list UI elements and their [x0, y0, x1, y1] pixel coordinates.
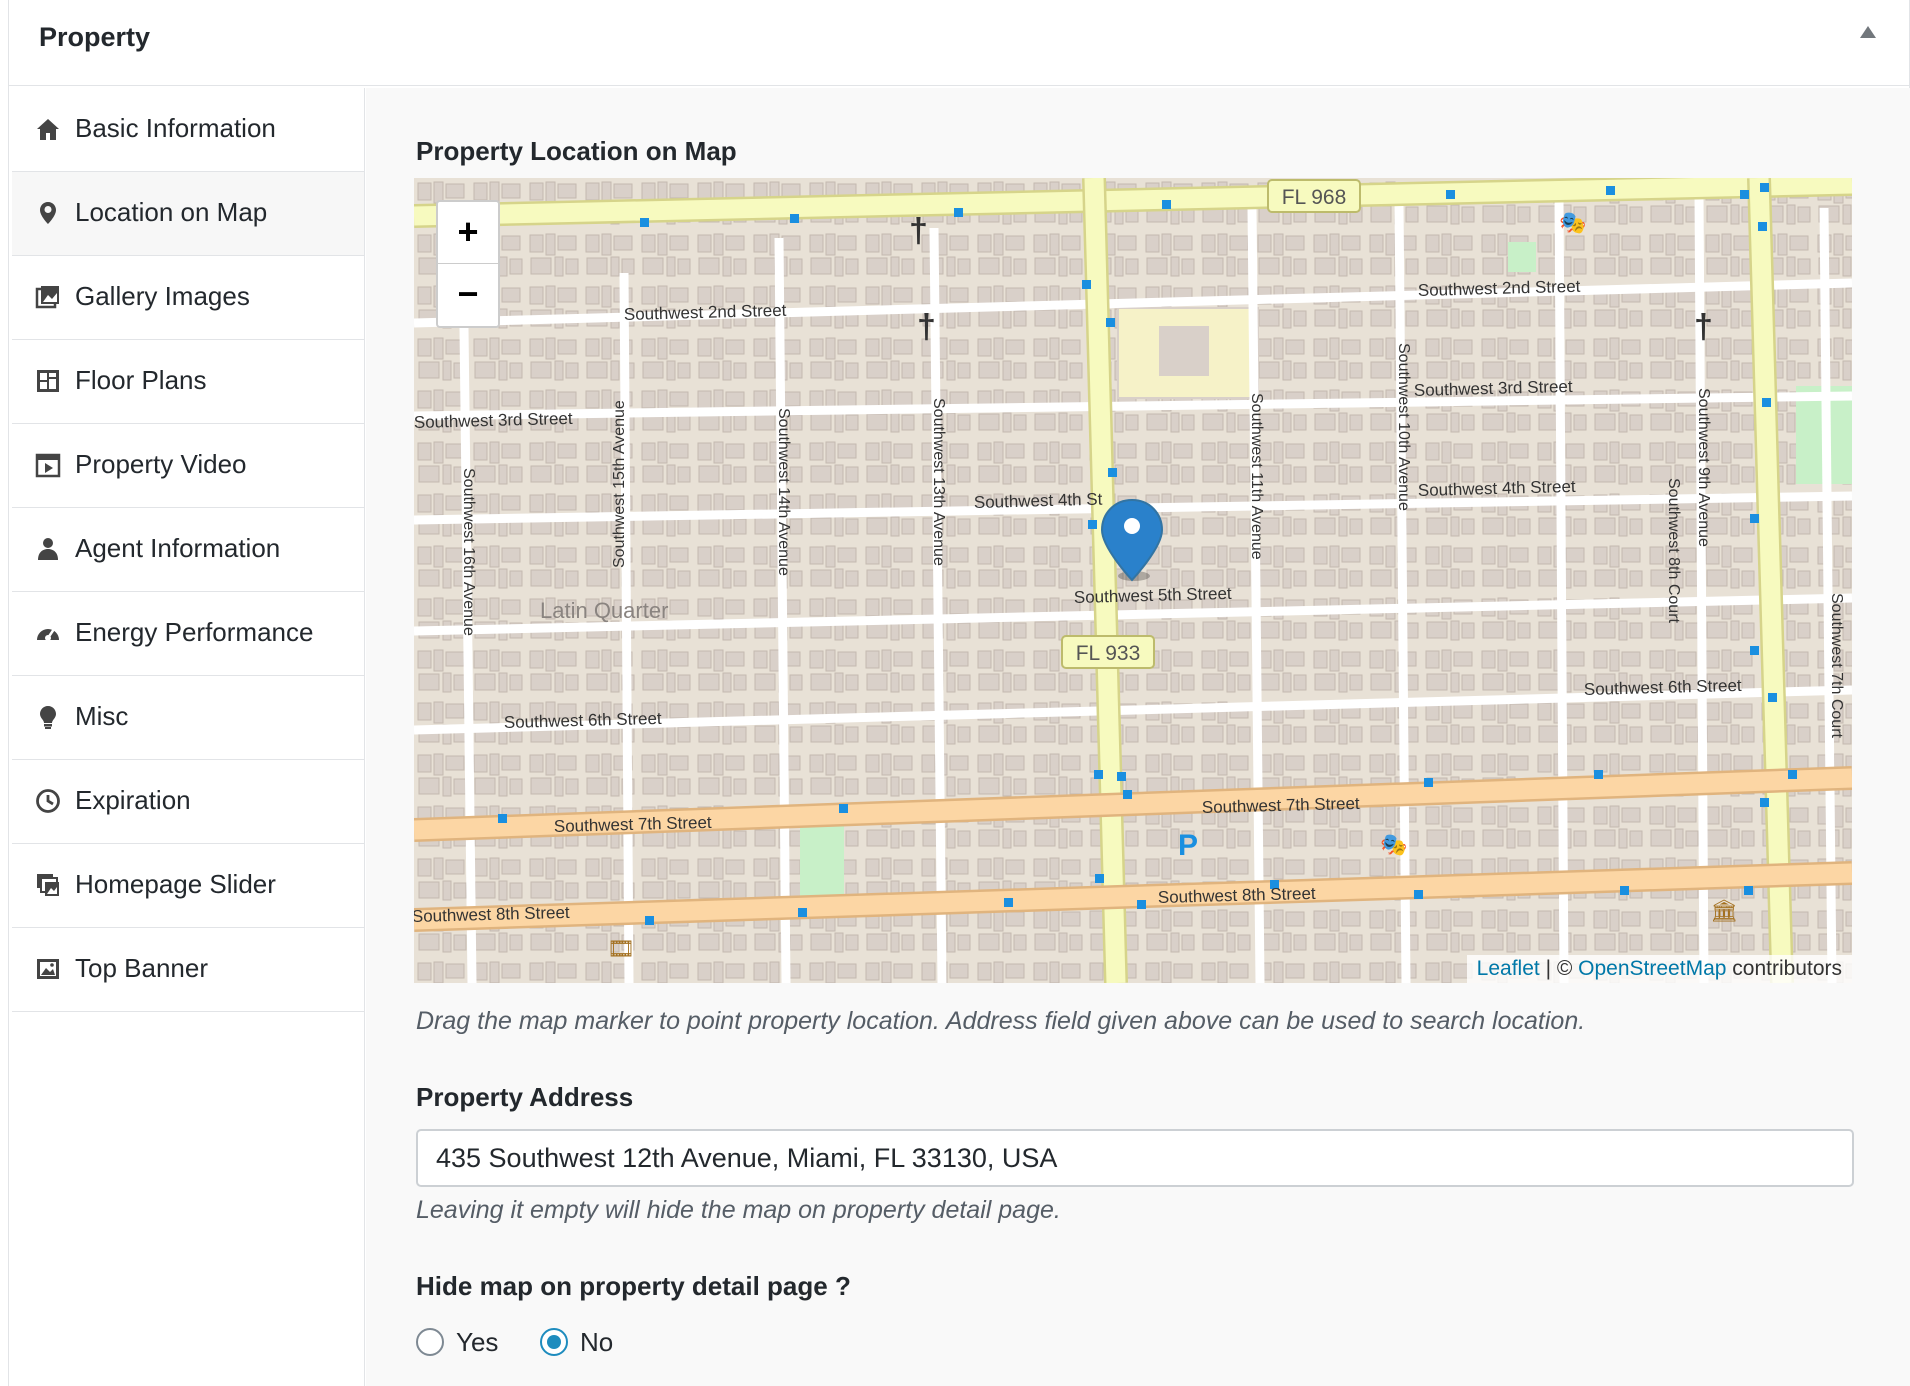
- gallery-icon: [35, 286, 59, 309]
- tab-list: Basic Information Location on Map Galler…: [12, 88, 365, 1386]
- tab-label: Property Video: [75, 449, 247, 479]
- svg-text:🎭: 🎭: [1559, 210, 1586, 235]
- hide-map-no-label[interactable]: No: [580, 1327, 613, 1358]
- tab-floor-plans[interactable]: Floor Plans: [12, 340, 364, 424]
- map-hint: Drag the map marker to point property lo…: [416, 1007, 1586, 1035]
- triangle-up-icon[interactable]: [1860, 26, 1876, 38]
- zoom-control: + −: [436, 200, 500, 328]
- tab-agent-information[interactable]: Agent Information: [12, 508, 364, 592]
- map-street-label: Southwest 9th Avenue: [1695, 388, 1712, 547]
- svg-text:🎞: 🎞: [607, 936, 635, 961]
- tab-label: Top Banner: [75, 953, 208, 983]
- image-icon: [37, 959, 59, 979]
- tab-energy-performance[interactable]: Energy Performance: [12, 592, 364, 676]
- svg-text:P: P: [1178, 829, 1198, 862]
- tab-gallery-images[interactable]: Gallery Images: [12, 256, 364, 340]
- map-tiles: † † † 🎭 🎭 🎞 🏛 P FL 968 FL 933 Southwest …: [414, 178, 1852, 983]
- hide-map-no-radio[interactable]: [540, 1328, 568, 1356]
- map-shield-fl933: FL 933: [1076, 642, 1141, 665]
- map-label: Property Location on Map: [416, 136, 737, 166]
- attribution-suffix: contributors: [1726, 957, 1842, 980]
- tab-label: Expiration: [75, 785, 191, 815]
- zoom-in-button[interactable]: +: [438, 202, 498, 264]
- tab-location-on-map[interactable]: Location on Map: [12, 172, 364, 256]
- map-neighborhood-label: Latin Quarter: [540, 598, 668, 623]
- map-street-label: Southwest 15th Avenue: [611, 400, 628, 568]
- metabox-title: Property: [39, 22, 151, 52]
- zoom-out-button[interactable]: −: [438, 264, 498, 325]
- metabox-header[interactable]: Property: [9, 0, 1909, 86]
- dashboard-icon: [37, 628, 59, 641]
- map-shield-fl968: FL 968: [1282, 186, 1347, 209]
- tab-label: Basic Information: [75, 113, 276, 143]
- tab-misc[interactable]: Misc: [12, 676, 364, 760]
- address-label: Property Address: [416, 1082, 634, 1112]
- tab-expiration[interactable]: Expiration: [12, 760, 364, 844]
- map-street-label: Southwest 11th Avenue: [1248, 393, 1265, 560]
- video-icon: [35, 453, 61, 478]
- tab-property-video[interactable]: Property Video: [12, 424, 364, 508]
- tab-label: Floor Plans: [75, 365, 207, 395]
- map-street-label: Southwest 14th Avenue: [775, 408, 792, 576]
- property-address-input[interactable]: [416, 1129, 1854, 1187]
- svg-text:🎭: 🎭: [1380, 832, 1407, 857]
- tab-label: Gallery Images: [75, 281, 250, 311]
- svg-text:†: †: [1694, 308, 1713, 346]
- hide-map-label: Hide map on property detail page ?: [416, 1271, 851, 1301]
- lightbulb-icon: [40, 706, 56, 729]
- attribution-separator: | ©: [1539, 957, 1579, 980]
- svg-text:🏛: 🏛: [1710, 898, 1738, 923]
- map-street-label: Southwest 4th St: [974, 490, 1103, 512]
- tab-basic-information[interactable]: Basic Information: [12, 88, 364, 172]
- home-icon: [37, 119, 59, 140]
- hide-map-yes-label[interactable]: Yes: [456, 1327, 498, 1358]
- openstreetmap-link[interactable]: OpenStreetMap: [1578, 957, 1726, 980]
- address-hint: Leaving it empty will hide the map on pr…: [416, 1196, 1061, 1224]
- floor-plan-icon: [37, 370, 59, 392]
- map-street-label: Southwest 7th Court: [1828, 593, 1845, 739]
- agent-icon: [38, 538, 58, 560]
- tab-label: Homepage Slider: [75, 869, 276, 899]
- hide-map-yes-radio[interactable]: [416, 1328, 444, 1356]
- tab-homepage-slider[interactable]: Homepage Slider: [12, 844, 364, 928]
- location-map[interactable]: † † † 🎭 🎭 🎞 🏛 P FL 968 FL 933 Southwest …: [414, 178, 1852, 983]
- map-street-label: Southwest 16th Avenue: [460, 468, 477, 636]
- map-street-label: Southwest 13th Avenue: [930, 398, 947, 566]
- svg-text:†: †: [917, 308, 936, 346]
- map-street-label: Southwest 10th Avenue: [1395, 343, 1412, 511]
- tab-label: Misc: [75, 701, 129, 731]
- leaflet-link[interactable]: Leaflet: [1477, 957, 1540, 980]
- svg-text:†: †: [909, 212, 928, 250]
- map-attribution: Leaflet | © OpenStreetMap contributors: [1466, 955, 1852, 983]
- tab-top-banner[interactable]: Top Banner: [12, 928, 364, 1012]
- clock-icon: [36, 789, 60, 813]
- slides-icon: [37, 874, 59, 896]
- map-pin-icon: [40, 202, 56, 224]
- map-street-label: Southwest 8th Court: [1665, 478, 1682, 624]
- tab-label: Agent Information: [75, 533, 281, 563]
- tab-label: Location on Map: [75, 197, 268, 227]
- tab-label: Energy Performance: [75, 617, 314, 647]
